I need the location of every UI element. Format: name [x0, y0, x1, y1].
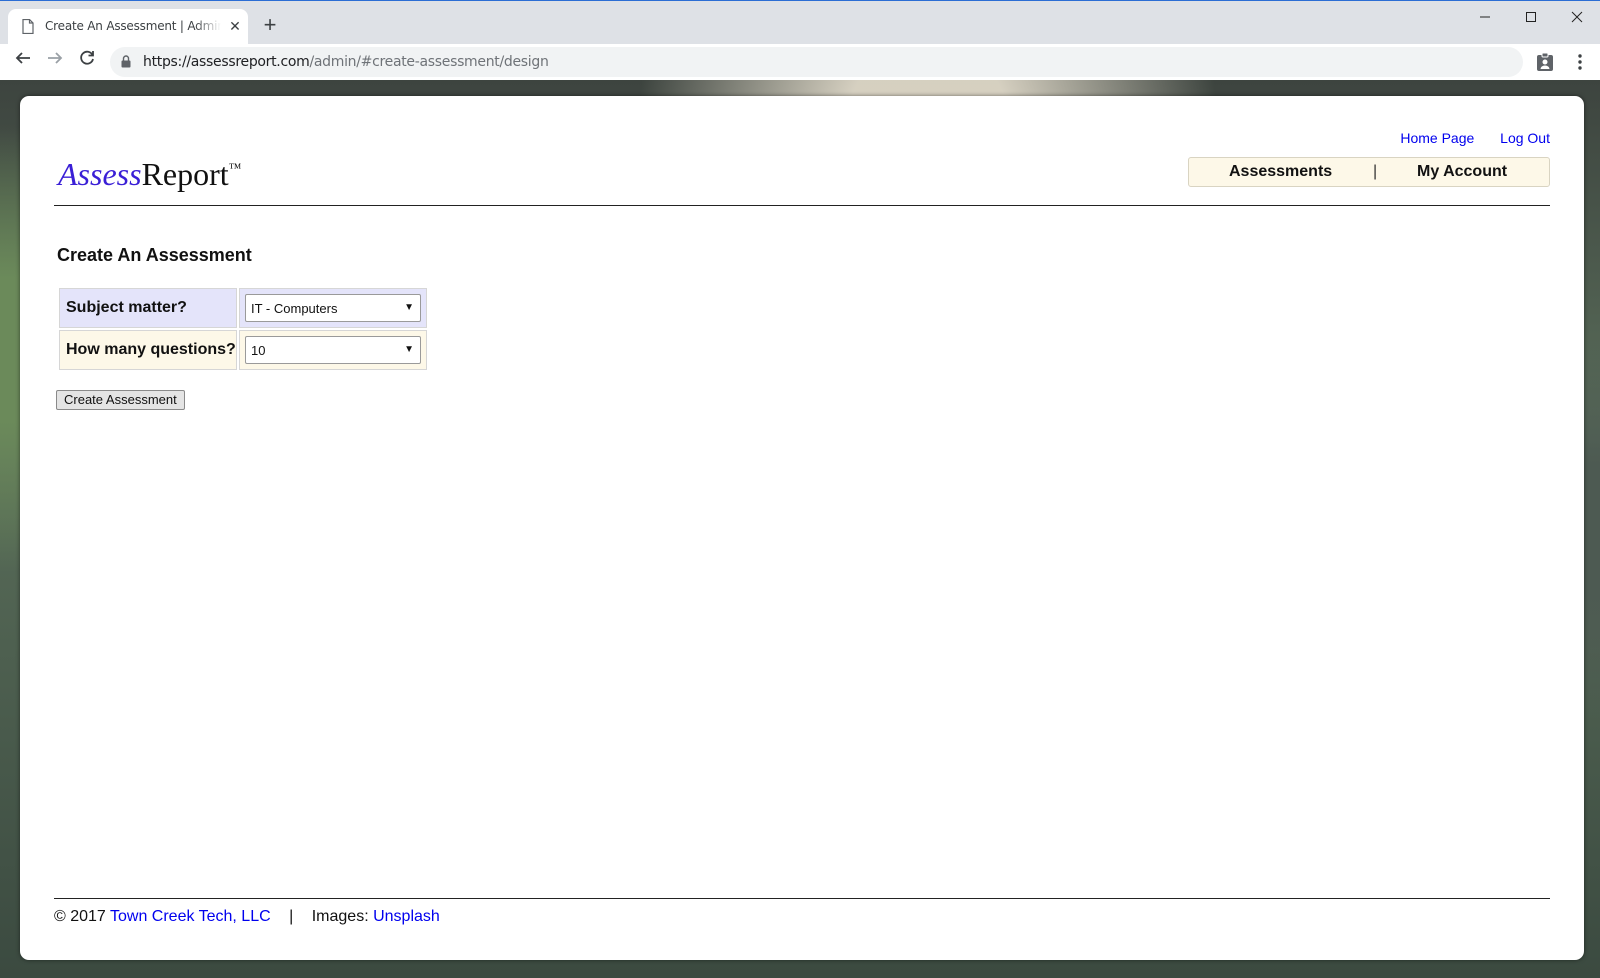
subject-matter-select[interactable]: IT - Computers ▼	[245, 294, 421, 322]
browser-tab[interactable]: Create An Assessment | Admin Page ✕	[8, 9, 248, 44]
main-nav: Assessments | My Account	[1188, 157, 1550, 187]
browser-chrome: Create An Assessment | Admin Page ✕ +	[0, 0, 1600, 81]
maximize-icon	[1526, 12, 1536, 22]
window-close-button[interactable]	[1554, 5, 1600, 33]
question-count-select[interactable]: 10 ▼	[245, 336, 421, 364]
logo-report: Report	[141, 156, 229, 192]
assessment-form: Subject matter? IT - Computers ▼ How man…	[57, 286, 429, 372]
footer-separator: |	[289, 908, 294, 925]
content-card: Home Page Log Out AssessReport™ Assessme…	[20, 96, 1584, 960]
reload-icon	[80, 50, 94, 65]
browser-toolbar: https://assessreport.com/admin/#create-a…	[0, 44, 1600, 81]
unsplash-link[interactable]: Unsplash	[373, 908, 440, 925]
copyright-text: © 2017	[54, 908, 106, 925]
form-row-question-count: How many questions? 10 ▼	[59, 330, 427, 370]
top-links: Home Page Log Out	[1378, 130, 1550, 146]
footer-divider	[54, 898, 1550, 899]
question-count-value: 10	[251, 343, 266, 358]
minimize-icon	[1480, 16, 1490, 18]
back-arrow-icon	[15, 52, 30, 64]
home-page-link[interactable]: Home Page	[1400, 130, 1474, 146]
form-row-subject: Subject matter? IT - Computers ▼	[59, 288, 427, 328]
nav-my-account[interactable]: My Account	[1417, 163, 1507, 181]
subject-matter-value: IT - Computers	[251, 301, 338, 316]
dropdown-arrow-icon: ▼	[404, 302, 414, 313]
footer: © 2017 Town Creek Tech, LLC | Images: Un…	[54, 908, 440, 926]
close-icon[interactable]: ✕	[226, 17, 244, 35]
extension-icon[interactable]	[1536, 52, 1554, 72]
url-path: /admin/#create-assessment/design	[309, 54, 549, 70]
create-assessment-button[interactable]: Create Assessment	[56, 390, 185, 410]
url-text: https://assessreport.com/admin/#create-a…	[143, 54, 549, 70]
tab-title: Create An Assessment | Admin Page	[45, 19, 221, 33]
new-tab-button[interactable]: +	[258, 14, 282, 38]
window-close-icon	[1571, 11, 1583, 23]
logo-trademark: ™	[228, 160, 242, 175]
address-bar[interactable]: https://assessreport.com/admin/#create-a…	[110, 47, 1523, 77]
question-count-label: How many questions?	[59, 330, 237, 370]
question-count-cell: 10 ▼	[239, 330, 427, 370]
forward-arrow-icon	[48, 52, 63, 64]
company-link[interactable]: Town Creek Tech, LLC	[110, 908, 271, 925]
back-button[interactable]	[11, 50, 35, 74]
logo-assess: Assess	[58, 156, 142, 192]
lock-icon	[121, 55, 131, 68]
page-icon	[22, 19, 34, 34]
maximize-button[interactable]	[1508, 5, 1554, 33]
url-host: https://assessreport.com	[143, 54, 310, 70]
reload-button[interactable]	[75, 50, 99, 74]
tab-strip: Create An Assessment | Admin Page ✕ +	[0, 1, 1600, 44]
subject-matter-cell: IT - Computers ▼	[239, 288, 427, 328]
nav-assessments[interactable]: Assessments	[1229, 163, 1332, 181]
images-label: Images:	[311, 908, 369, 925]
nav-separator: |	[1373, 163, 1378, 180]
subject-matter-label: Subject matter?	[59, 288, 237, 328]
page-title: Create An Assessment	[57, 245, 252, 265]
forward-button[interactable]	[43, 50, 67, 74]
logo[interactable]: AssessReport™	[58, 156, 241, 193]
kebab-menu-icon[interactable]	[1572, 52, 1588, 72]
header-divider	[54, 205, 1550, 206]
minimize-button[interactable]	[1462, 5, 1508, 33]
dropdown-arrow-icon: ▼	[404, 344, 414, 355]
log-out-link[interactable]: Log Out	[1500, 130, 1550, 146]
